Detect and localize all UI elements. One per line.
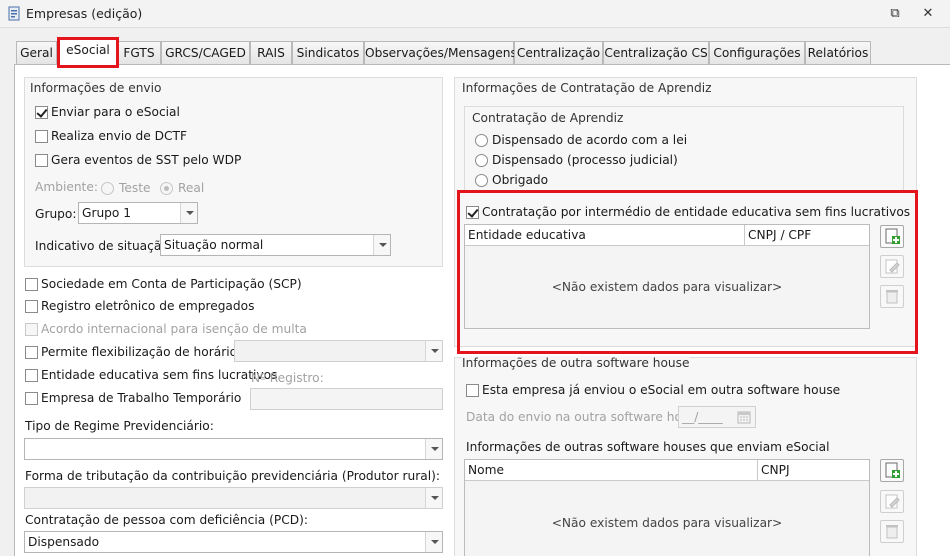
radio-ambiente-teste[interactable] bbox=[101, 182, 114, 195]
highlight-entidade-educativa bbox=[457, 190, 918, 354]
label-indicativo-situacao: Indicativo de situação: bbox=[35, 239, 173, 253]
tab-configuracoes[interactable]: Configurações bbox=[709, 41, 805, 65]
tab-bar: Geral eSocial FGTS GRCS/CAGED RAIS Sindi… bbox=[14, 38, 950, 66]
app-icon bbox=[8, 6, 20, 21]
column-header-nome[interactable]: Nome bbox=[465, 460, 758, 481]
title-bar: Empresas (edição) ⧉ ✕ bbox=[0, 0, 950, 28]
forma-tributacao-select[interactable] bbox=[24, 487, 443, 509]
checkbox-acordo-internacional[interactable] bbox=[25, 323, 38, 336]
label-data-envio: Data do envio na outra software house: bbox=[466, 410, 708, 424]
label-scp: Sociedade em Conta de Participação (SCP) bbox=[41, 277, 302, 291]
radio-ambiente-real[interactable] bbox=[160, 182, 173, 195]
label-forma-tributacao: Forma de tributação da contribuição prev… bbox=[25, 469, 440, 483]
radio-dispensado-judicial[interactable] bbox=[475, 154, 488, 167]
column-header-cnpj[interactable]: CNPJ bbox=[758, 460, 869, 481]
highlight-tab-esocial bbox=[57, 37, 119, 68]
add-software-house-button[interactable] bbox=[880, 459, 904, 482]
checkbox-scp[interactable] bbox=[25, 278, 38, 291]
situacao-select-value: Situação normal bbox=[164, 238, 264, 252]
label-regime-previdenciario: Tipo de Regime Previdenciário: bbox=[25, 419, 214, 433]
window-title: Empresas (edição) bbox=[26, 6, 143, 21]
pcd-select[interactable]: Dispensado bbox=[24, 531, 443, 553]
tab-relatorios[interactable]: Relatórios bbox=[805, 41, 871, 65]
empty-grid-message: <Não existem dados para visualizar> bbox=[551, 516, 783, 530]
tab-centralizacao[interactable]: Centralização bbox=[514, 41, 603, 65]
add-icon bbox=[885, 462, 900, 478]
close-button[interactable]: ✕ bbox=[920, 7, 936, 21]
group-title-software-house: Informações de outra software house bbox=[462, 356, 690, 370]
chevron-down-icon bbox=[425, 341, 442, 361]
tab-grcs-caged[interactable]: GRCS/CAGED bbox=[161, 41, 250, 65]
label-sst: Gera eventos de SST pelo WDP bbox=[51, 153, 242, 167]
checkbox-entidade-educativa[interactable] bbox=[25, 369, 38, 382]
label-ja-enviou: Esta empresa já enviou o eSocial em outr… bbox=[482, 383, 841, 397]
label-ambiente-real: Real bbox=[178, 181, 205, 195]
edit-software-house-button[interactable] bbox=[880, 490, 904, 513]
delete-software-house-button[interactable] bbox=[880, 520, 904, 543]
data-envio-input[interactable]: __/____ bbox=[678, 406, 756, 428]
label-ambiente-teste: Teste bbox=[119, 181, 151, 195]
restore-button[interactable]: ⧉ bbox=[887, 7, 903, 21]
regime-previdenciario-select[interactable] bbox=[24, 438, 443, 460]
label-pcd: Contratação de pessoa com deficiência (P… bbox=[25, 513, 308, 527]
label-enviar-esocial: Enviar para o eSocial bbox=[51, 105, 180, 119]
checkbox-trabalho-temporario[interactable] bbox=[25, 392, 38, 405]
group-title-aprendiz: Informações de Contratação de Aprendiz bbox=[462, 81, 712, 95]
num-registro-input[interactable] bbox=[250, 388, 443, 410]
trash-icon bbox=[886, 525, 898, 539]
label-dispensado-lei: Dispensado de acordo com a lei bbox=[492, 133, 688, 147]
radio-obrigado[interactable] bbox=[475, 174, 488, 187]
chevron-down-icon bbox=[425, 532, 442, 552]
chevron-down-icon bbox=[373, 235, 390, 255]
tab-observacoes[interactable]: Observações/Mensagens bbox=[364, 41, 517, 65]
checkbox-ja-enviou[interactable] bbox=[466, 384, 479, 397]
tab-geral[interactable]: Geral bbox=[16, 41, 57, 65]
chevron-down-icon bbox=[180, 203, 197, 223]
label-acordo-internacional: Acordo internacional para isenção de mul… bbox=[41, 322, 307, 336]
label-ambiente: Ambiente: bbox=[35, 180, 98, 194]
checkbox-enviar-esocial[interactable] bbox=[35, 106, 48, 119]
checkbox-registro-eletronico[interactable] bbox=[25, 300, 38, 313]
grupo-select-value: Grupo 1 bbox=[82, 206, 131, 220]
radio-dispensado-lei[interactable] bbox=[475, 134, 488, 147]
tab-rais[interactable]: RAIS bbox=[250, 41, 292, 65]
edit-icon bbox=[885, 494, 900, 509]
grid-outras-software-houses: Nome CNPJ <Não existem dados para visual… bbox=[464, 459, 870, 556]
label-outras-software-houses: Informações de outras software houses qu… bbox=[466, 440, 830, 454]
label-obrigado: Obrigado bbox=[492, 173, 549, 187]
tab-fgts[interactable]: FGTS bbox=[117, 41, 161, 65]
label-grupo: Grupo: bbox=[35, 207, 77, 221]
label-flex-horarios: Permite flexibilização de horários bbox=[41, 345, 244, 359]
label-entidade-educativa: Entidade educativa sem fins lucrativos bbox=[41, 368, 278, 382]
label-registro-eletronico: Registro eletrônico de empregados bbox=[41, 299, 255, 313]
label-trabalho-temporario: Empresa de Trabalho Temporário bbox=[41, 391, 242, 405]
situacao-select[interactable]: Situação normal bbox=[160, 234, 391, 256]
label-num-registro: Nº Registro: bbox=[251, 371, 324, 385]
data-envio-value: __/____ bbox=[682, 410, 723, 424]
checkbox-dctf[interactable] bbox=[35, 130, 48, 143]
subgroup-title-aprendiz: Contratação de Aprendiz bbox=[472, 111, 624, 125]
checkbox-sst[interactable] bbox=[35, 154, 48, 167]
tab-centralizacao-cs[interactable]: Centralização CS bbox=[603, 41, 709, 65]
label-dctf: Realiza envio de DCTF bbox=[51, 129, 188, 143]
checkbox-flex-horarios[interactable] bbox=[25, 346, 38, 359]
label-dispensado-judicial: Dispensado (processo judicial) bbox=[492, 153, 678, 167]
group-title-envio: Informações de envio bbox=[30, 81, 162, 95]
grupo-select[interactable]: Grupo 1 bbox=[78, 202, 198, 224]
calendar-icon bbox=[737, 411, 751, 424]
chevron-down-icon bbox=[425, 439, 442, 459]
flex-horarios-select[interactable] bbox=[234, 340, 443, 362]
chevron-down-icon bbox=[425, 488, 442, 508]
tab-sindicatos[interactable]: Sindicatos bbox=[292, 41, 364, 65]
pcd-select-value: Dispensado bbox=[28, 535, 100, 549]
